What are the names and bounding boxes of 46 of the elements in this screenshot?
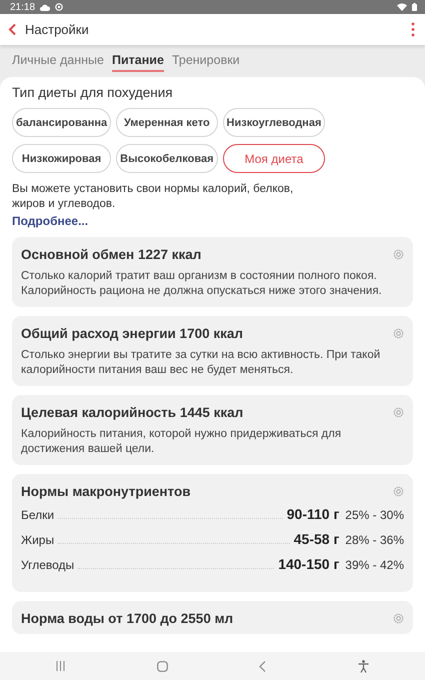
card-description: Столько калорий тратит ваш организм в состоянии полного покоя. Калорийность рациона не должна опускаться ниже этого значения. (21, 269, 383, 299)
card-title: Основной обмен 1227 ккал (21, 247, 202, 262)
grams-range: 45-58 г (294, 531, 340, 547)
diet-chip[interactable]: Низкоуглеводная (222, 108, 326, 137)
diet-chip[interactable]: Моя диета (222, 144, 326, 173)
nutrient-name: Белки (21, 508, 54, 522)
card-title: Нормы макронутриентов (21, 484, 191, 499)
card-description: Калорийность питания, которой нужно придерживаться для достижения вашей цели. (21, 427, 342, 457)
card-title: Норма воды от 1700 до 2550 мл (21, 611, 234, 626)
nutrient-name: Жиры (21, 533, 54, 547)
gear-icon[interactable] (393, 486, 404, 497)
percent-range: 28% - 36% (345, 533, 404, 547)
circle-icon (55, 3, 64, 11)
menu-icon[interactable] (411, 22, 415, 37)
percent-range: 25% - 30% (345, 508, 404, 522)
battery-icon (412, 3, 417, 11)
tab[interactable]: Питание (112, 52, 164, 72)
back-icon[interactable] (8, 23, 17, 36)
tab[interactable]: Личные данные (12, 52, 104, 72)
screen-title: Настройки (25, 22, 90, 37)
nutrient-name: Углеводы (21, 558, 74, 572)
recent-apps-icon[interactable] (56, 661, 65, 671)
diet-chip[interactable]: Низкожировая (12, 144, 112, 173)
tab[interactable]: Тренировки (172, 52, 240, 72)
accessibility-icon[interactable] (358, 660, 370, 672)
home-icon[interactable] (156, 660, 168, 672)
diet-chip[interactable]: Высокобелковая (116, 144, 218, 173)
diet-description: Вы можете установить свои нормы калорий, белков, жиров и углеводов. (12, 182, 294, 212)
grams-range: 90-110 г (286, 506, 340, 522)
section-title: Тип диеты для похудения (12, 85, 174, 100)
gear-icon[interactable] (393, 613, 404, 624)
card-description: Столько энергии вы тратите за сутки на всю активность. При такой калорийности питания ваш вес не будет меняться. (21, 348, 382, 378)
diet-chip[interactable]: балансированна (12, 108, 112, 137)
wifi-icon (397, 3, 407, 11)
diet-chip[interactable]: Умеренная кето (116, 108, 218, 137)
cloud-icon (40, 4, 50, 10)
gear-icon[interactable] (393, 407, 404, 418)
gear-icon[interactable] (393, 328, 404, 339)
card-title: Общий расход энергии 1700 ккал (21, 326, 243, 341)
back-icon[interactable] (259, 660, 266, 672)
more-link[interactable]: Подробнее... (12, 214, 88, 228)
status-time: 21:18 (10, 2, 36, 12)
card-title: Целевая калорийность 1445 ккал (21, 405, 244, 420)
gear-icon[interactable] (393, 249, 404, 260)
grams-range: 140-150 г (278, 556, 340, 572)
percent-range: 39% - 42% (345, 558, 404, 572)
